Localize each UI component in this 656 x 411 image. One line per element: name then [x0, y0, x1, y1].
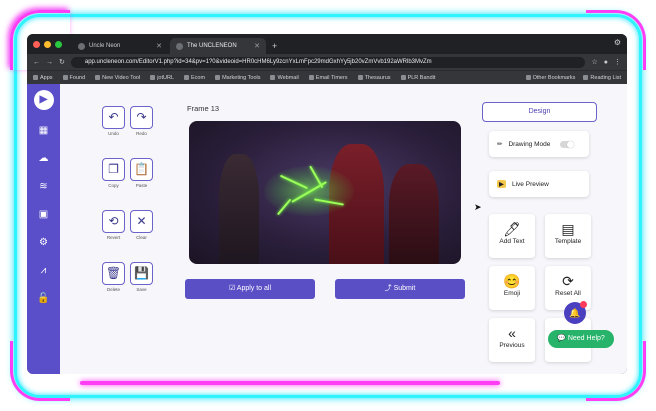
bookmarks-bar: Apps Found New Video Tool jotURL Ecom Ma… [27, 70, 627, 84]
paste-button[interactable]: 📋 Paste [130, 158, 153, 188]
stage: Uncle Neon ✕ The UNCLENEON ✕ + ⚙ ← → ↻ a… [0, 0, 656, 411]
tab-label: The UNCLENEON [187, 43, 237, 49]
road-icon[interactable]: ⩘ [37, 264, 51, 278]
trash-icon: 🗑 [102, 262, 125, 285]
pencil-icon: ✏ [497, 141, 503, 148]
chat-icon: 💬 [557, 335, 566, 342]
notification-badge [580, 301, 587, 308]
add-text-button[interactable]: 🖊 Add Text [489, 214, 535, 258]
bookmark-apps[interactable]: Apps [33, 75, 53, 81]
maximize-window-button[interactable] [55, 41, 62, 48]
submit-button[interactable]: ⤴ Submit [335, 279, 465, 299]
notification-button[interactable]: 🔔 [564, 301, 587, 324]
copy-button[interactable]: ❐ Copy [102, 158, 125, 188]
new-tab-button[interactable]: + [272, 41, 277, 51]
bookmark-marketing-tools[interactable]: Marketing Tools [215, 75, 260, 81]
url-field[interactable]: app.uncleneon.com/EditorV1.php?id=34&pv=… [70, 56, 586, 68]
copy-icon: ❐ [102, 158, 125, 181]
reload-icon[interactable]: ↻ [59, 58, 65, 66]
unlock-icon[interactable]: 🔓 [37, 292, 51, 306]
undo-button[interactable]: ↶ Undo [102, 106, 125, 136]
bookmark-joturl[interactable]: jotURL [150, 75, 174, 81]
frame-title: Frame 13 [187, 104, 220, 113]
browser-settings-icon[interactable]: ⚙ [614, 38, 621, 47]
layers-icon[interactable]: ≋ [37, 180, 51, 194]
back-icon[interactable]: ← [33, 59, 40, 66]
need-help-button[interactable]: 💬 Need Help? [548, 330, 614, 348]
paste-icon: 📋 [130, 158, 153, 181]
bell-icon: 🔔 [569, 308, 581, 318]
grid-icon[interactable]: ▦ [37, 124, 51, 138]
preview-icon: ▶ [497, 180, 506, 188]
editor-app: ▶ ▦ ☁ ≋ ▣ ⚙ ⩘ 🔓 ↶ Undo ↷ Redo ❐ Copy 📋 P… [27, 84, 627, 374]
browser-window: Uncle Neon ✕ The UNCLENEON ✕ + ⚙ ← → ↻ a… [27, 34, 627, 374]
undo-icon: ↶ [102, 106, 125, 129]
neon-bar [80, 381, 500, 385]
revert-button[interactable]: ⟲ Revert [102, 210, 125, 240]
dancer-figure [219, 154, 259, 264]
dancer-figure [389, 164, 439, 264]
bookmark-ecom[interactable]: Ecom [184, 75, 205, 81]
star-icon[interactable]: ☆ [591, 58, 597, 66]
add-text-icon: 🖊 [503, 221, 521, 237]
apply-to-all-button[interactable]: ☑ Apply to all [185, 279, 315, 299]
revert-icon: ⟲ [102, 210, 125, 233]
redo-button[interactable]: ↷ Redo [130, 106, 153, 136]
bookmark-other[interactable]: Other Bookmarks [525, 75, 575, 81]
reset-icon: ⟳ [562, 273, 574, 289]
extension-icon[interactable]: ● [604, 59, 608, 66]
bookmark-email-timers[interactable]: Email Timers [308, 75, 348, 81]
clear-button[interactable]: ✕ Clear [130, 210, 153, 240]
bookmark-new-video-tool[interactable]: New Video Tool [95, 75, 140, 81]
previous-button[interactable]: « Previous [489, 318, 535, 362]
image-icon[interactable]: ▣ [37, 208, 51, 222]
live-preview-button[interactable]: ▶ Live Preview [489, 171, 589, 197]
menu-icon[interactable]: ⋮ [614, 58, 621, 66]
delete-button[interactable]: 🗑 Delete [102, 262, 125, 292]
bookmark-found[interactable]: Found [62, 75, 85, 81]
design-button[interactable]: Design [482, 102, 597, 122]
address-bar: ← → ↻ app.uncleneon.com/EditorV1.php?id=… [27, 54, 627, 70]
favicon-icon [176, 42, 183, 50]
clear-icon: ✕ [130, 210, 153, 233]
favicon-icon [78, 42, 85, 50]
tab-the-uncleneon[interactable]: The UNCLENEON ✕ [170, 38, 266, 54]
bookmark-plr-bandit[interactable]: PLR Bandit [400, 75, 435, 81]
emoji-icon: 😊 [503, 273, 521, 289]
drawing-mode-switch[interactable] [560, 140, 575, 148]
cloud-icon[interactable]: ☁ [37, 152, 51, 166]
emoji-button[interactable]: 😊 Emoji [489, 266, 535, 310]
mouse-cursor-icon: ➤ [474, 202, 482, 212]
bookmark-reading-list[interactable]: Reading List [583, 75, 621, 81]
sidebar: ▶ ▦ ☁ ≋ ▣ ⚙ ⩘ 🔓 [27, 84, 60, 374]
save-button[interactable]: 💾 Save [130, 262, 153, 292]
minimize-window-button[interactable] [44, 41, 51, 48]
save-icon: 💾 [130, 262, 153, 285]
close-window-button[interactable] [33, 41, 40, 48]
tab-close-icon[interactable]: ✕ [254, 42, 260, 50]
tab-bar: Uncle Neon ✕ The UNCLENEON ✕ + ⚙ [27, 34, 627, 54]
tab-label: Uncle Neon [89, 43, 121, 49]
redo-icon: ↷ [130, 106, 153, 129]
tab-uncle-neon[interactable]: Uncle Neon ✕ [72, 38, 168, 54]
gear-icon[interactable]: ⚙ [37, 236, 51, 250]
template-icon: ▤ [561, 221, 575, 237]
double-chevron-left-icon: « [508, 325, 516, 341]
tab-close-icon[interactable]: ✕ [156, 42, 162, 50]
logo-icon[interactable]: ▶ [33, 90, 54, 110]
bookmark-thesaurus[interactable]: Thesaurus [357, 75, 391, 81]
video-frame[interactable] [189, 121, 461, 264]
forward-icon[interactable]: → [46, 59, 53, 66]
window-controls [33, 41, 62, 48]
template-button[interactable]: ▤ Template [545, 214, 591, 258]
drawing-mode-toggle[interactable]: ✏ Drawing Mode [489, 131, 589, 157]
bookmark-webmail[interactable]: Webmail [270, 75, 299, 81]
